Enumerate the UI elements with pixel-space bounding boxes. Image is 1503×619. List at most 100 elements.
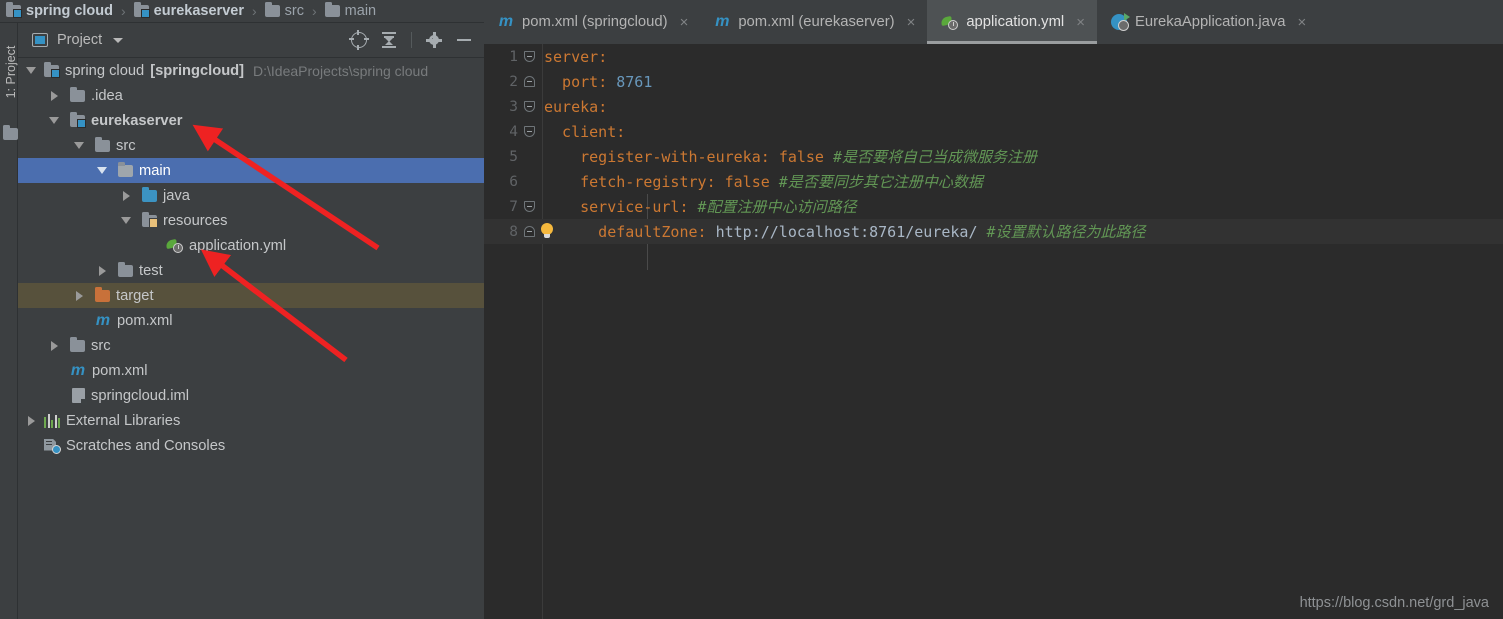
fold-marker-icon[interactable] <box>518 101 540 112</box>
close-icon[interactable]: × <box>1076 14 1085 31</box>
gear-icon[interactable] <box>426 32 442 48</box>
project-tree[interactable]: spring cloud [springcloud] D:\IdeaProjec… <box>18 58 484 619</box>
tree-row-pom-eurekaserver[interactable]: m pom.xml <box>18 308 484 333</box>
tree-row-springcloud-iml[interactable]: springcloud.iml <box>18 383 484 408</box>
code-line-6[interactable]: 6 fetch-registry: false #是否要同步其它注册中心数据 <box>484 169 1503 194</box>
code-line-2[interactable]: 2 port: 8761 <box>484 69 1503 94</box>
code-token: false <box>724 173 770 191</box>
twisty-collapsed-icon[interactable] <box>47 340 61 351</box>
close-icon[interactable]: × <box>680 14 689 31</box>
fold-marker-icon[interactable] <box>518 226 540 237</box>
fold-marker-icon[interactable] <box>518 126 540 137</box>
twisty-expanded-icon[interactable] <box>24 67 38 74</box>
tree-label: pom.xml <box>117 312 173 329</box>
breadcrumb-item-eurekaserver[interactable]: eurekaserver <box>133 2 244 19</box>
maven-icon: m <box>498 13 514 30</box>
tree-row-idea[interactable]: .idea <box>18 83 484 108</box>
tab-label: pom.xml (eurekaserver) <box>738 14 895 30</box>
line-number: 3 <box>509 98 518 115</box>
twisty-expanded-icon[interactable] <box>47 117 61 124</box>
tree-row-scratches-and-consoles[interactable]: Scratches and Consoles <box>18 433 484 458</box>
spring-yaml-icon <box>165 238 183 253</box>
fold-marker-icon[interactable] <box>518 201 540 212</box>
code-token: client <box>544 122 617 141</box>
tab-pom-springcloud[interactable]: m pom.xml (springcloud) × <box>484 0 701 44</box>
fold-marker-icon[interactable] <box>518 51 540 62</box>
scratches-icon <box>44 438 61 454</box>
tree-label: springcloud.iml <box>91 387 189 404</box>
tree-row-java[interactable]: java <box>18 183 484 208</box>
tree-row-src-root[interactable]: src <box>18 333 484 358</box>
project-tool-window: Project spring cloud [springcloud] D:\Id… <box>18 23 484 619</box>
libraries-icon <box>44 413 60 428</box>
code-line-7[interactable]: 7 service-url: #配置注册中心访问路径 <box>484 194 1503 219</box>
twisty-expanded-icon[interactable] <box>119 217 133 224</box>
tree-row-main[interactable]: main <box>18 158 484 183</box>
folder-icon <box>70 336 85 352</box>
code-token: register-with-eureka <box>544 148 761 166</box>
twisty-expanded-icon[interactable] <box>72 142 86 149</box>
code-line-8[interactable]: 8 defaultZone: http://localhost:8761/eur… <box>484 219 1503 244</box>
breadcrumb-item-src[interactable]: src <box>264 2 304 19</box>
tree-module-name: [springcloud] <box>150 62 245 79</box>
intention-bulb-icon[interactable] <box>538 222 556 241</box>
code-line-5[interactable]: 5 register-with-eureka: false #是否要将自己当成微… <box>484 144 1503 169</box>
code-comment: #配置注册中心访问路径 <box>697 198 857 216</box>
collapse-all-icon[interactable] <box>381 32 397 48</box>
tree-row-external-libraries[interactable]: External Libraries <box>18 408 484 433</box>
code-line-4[interactable]: 4 client: <box>484 119 1503 144</box>
chevron-down-icon[interactable] <box>113 37 124 43</box>
editor-area: m pom.xml (springcloud) × m pom.xml (eur… <box>484 0 1503 619</box>
tree-label: External Libraries <box>66 412 181 429</box>
code-token: false <box>778 148 824 166</box>
breadcrumb-separator: › <box>312 3 317 19</box>
code-token: : <box>760 148 779 166</box>
tab-application-yml[interactable]: application.yml × <box>927 0 1097 44</box>
code-token: port <box>544 72 599 91</box>
close-icon[interactable]: × <box>1298 14 1307 31</box>
code-line-1[interactable]: 1 server: <box>484 44 1503 69</box>
tree-row-resources[interactable]: resources <box>18 208 484 233</box>
twisty-collapsed-icon[interactable] <box>72 290 86 301</box>
module-folder-icon <box>133 2 150 18</box>
java-run-class-icon <box>1110 13 1130 31</box>
twisty-expanded-icon[interactable] <box>95 167 109 174</box>
tree-label: resources <box>163 212 228 229</box>
tree-row-application-yml[interactable]: application.yml <box>18 233 484 258</box>
tab-eureka-application-java[interactable]: EurekaApplication.java × <box>1096 0 1319 44</box>
code-line-3[interactable]: 3 eureka: <box>484 94 1503 119</box>
locate-icon[interactable] <box>349 30 369 50</box>
tree-row-test[interactable]: test <box>18 258 484 283</box>
twisty-collapsed-icon[interactable] <box>47 90 61 101</box>
twisty-collapsed-icon[interactable] <box>119 190 133 201</box>
breadcrumb-item-spring-cloud[interactable]: spring cloud <box>6 2 113 19</box>
breadcrumb-item-main[interactable]: main <box>324 2 376 19</box>
code-token: 8761 <box>616 72 653 91</box>
code-editor[interactable]: 1 server: 2 port: 8761 3 eureka: 4 clien… <box>484 44 1503 619</box>
watermark: https://blog.csdn.net/grd_java <box>1299 595 1489 611</box>
twisty-collapsed-icon[interactable] <box>24 415 38 426</box>
tree-row-target[interactable]: target <box>18 283 484 308</box>
tab-label: EurekaApplication.java <box>1134 14 1286 30</box>
fold-marker-icon[interactable] <box>518 76 540 87</box>
breadcrumb-label: eurekaserver <box>153 3 244 19</box>
tree-row-pom-root[interactable]: m pom.xml <box>18 358 484 383</box>
tree-label: src <box>116 137 136 154</box>
line-number: 6 <box>509 173 518 190</box>
spring-yaml-icon <box>940 15 959 30</box>
code-token: eureka <box>544 97 599 116</box>
tree-row-eurekaserver[interactable]: eurekaserver <box>18 108 484 133</box>
twisty-collapsed-icon[interactable] <box>95 265 109 276</box>
tree-row-spring-cloud[interactable]: spring cloud [springcloud] D:\IdeaProjec… <box>18 58 484 83</box>
tree-row-src-eureka[interactable]: src <box>18 133 484 158</box>
iml-icon <box>72 388 87 405</box>
tree-label: .idea <box>91 87 123 104</box>
code-token: server <box>544 47 599 66</box>
tab-pom-eurekaserver[interactable]: m pom.xml (eurekaserver) × <box>700 0 928 44</box>
code-token: http://localhost:8761/eureka/ <box>715 223 978 241</box>
minimize-icon[interactable] <box>456 32 472 48</box>
folder-icon <box>70 86 85 102</box>
tree-project-path: D:\IdeaProjects\spring cloud <box>253 62 429 79</box>
close-icon[interactable]: × <box>907 14 916 31</box>
code-comment: #设置默认路径为此路径 <box>977 223 1146 241</box>
